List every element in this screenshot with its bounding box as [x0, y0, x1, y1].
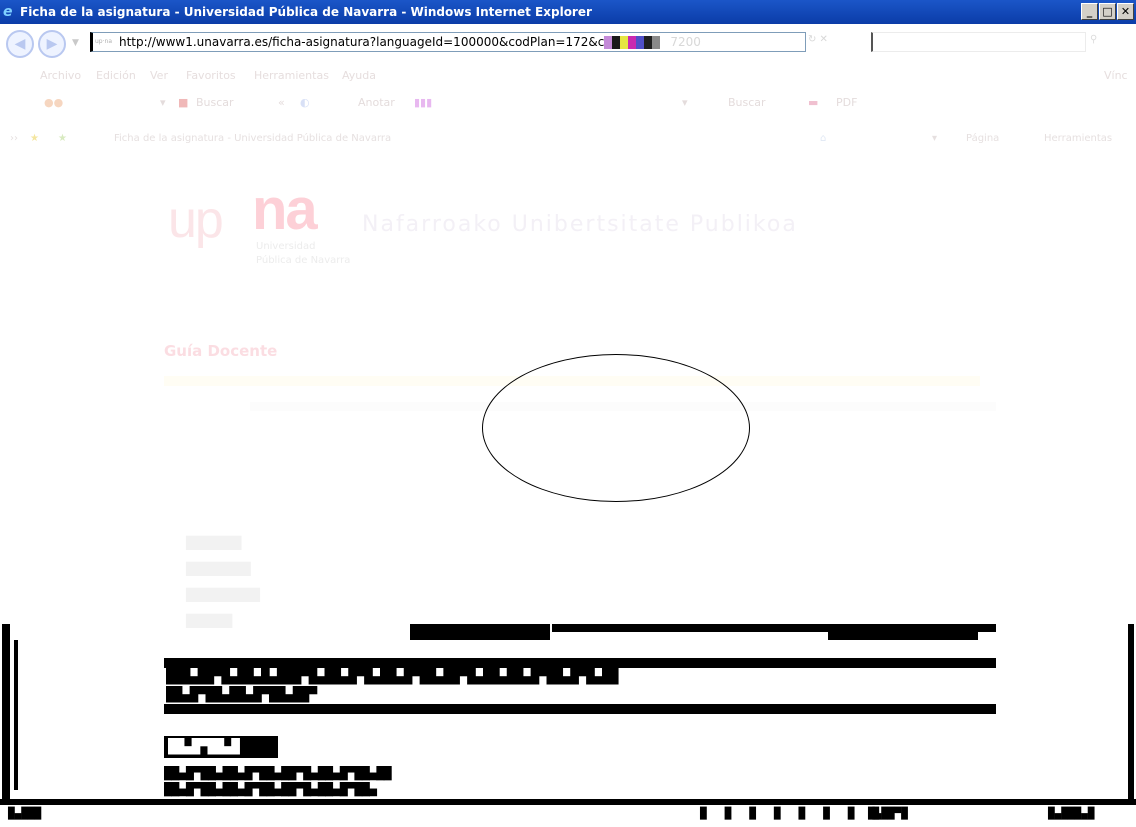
refresh-button[interactable]: ↻ ✕ — [808, 34, 868, 52]
glitch-block — [612, 36, 621, 49]
pdf-icon[interactable]: ▬ — [808, 96, 818, 109]
glitch-bar-left2 — [14, 640, 18, 790]
ie-logo-icon: e — [3, 4, 13, 20]
forward-arrow-icon: ▶ — [46, 36, 58, 52]
navigation-bar: ◀ ▶ ▼ up·na http://www1.unavarra.es/ficha… — [0, 24, 1136, 64]
toolbar-dropdown-icon[interactable]: ▾ — [160, 96, 166, 109]
menu-ver[interactable]: Ver — [150, 69, 168, 82]
faded-line: ████████ — [186, 588, 260, 602]
glitch-bar-right — [1128, 624, 1134, 804]
menu-ayuda[interactable]: Ayuda — [342, 69, 376, 82]
minimize-button[interactable]: _ — [1081, 3, 1098, 20]
history-dropdown-icon[interactable]: ▼ — [72, 38, 79, 48]
search-icon[interactable]: ⚲ — [1090, 34, 1120, 50]
toolbar-logo-icon: ●● — [44, 96, 64, 109]
glitch-block — [644, 36, 653, 49]
glitch-line — [164, 704, 996, 714]
status-bar-top-line — [0, 799, 1136, 805]
page-menu-button[interactable]: Página — [966, 133, 999, 144]
toolbar-chart-icon[interactable]: ▮▮▮ — [414, 96, 432, 109]
toolbar-dropdown-icon[interactable]: ▾ — [682, 96, 688, 109]
menu-archivo[interactable]: Archivo — [40, 69, 81, 82]
upna-logo-up[interactable]: up — [168, 190, 224, 250]
menu-favoritos[interactable]: Favoritos — [186, 69, 236, 82]
favorites-bar: ›› ★ ★ Ficha de la asignatura - Universi… — [0, 122, 1136, 156]
toolbar-pdf-label[interactable]: PDF — [836, 96, 857, 109]
faded-line: █████ — [186, 614, 233, 628]
site-favicon: up·na — [95, 38, 112, 45]
address-bar[interactable]: up·na http://www1.unavarra.es/ficha-asign… — [90, 32, 806, 52]
glitch-text-line: ██▄█▀██▄██▄█▀██▄██▀█▄██▄█▀██▄██ — [164, 766, 392, 781]
status-zoom[interactable]: █▄███▄█ — [1048, 807, 1094, 820]
toolbar-buscar2-button[interactable]: Buscar — [728, 96, 766, 109]
menu-bar: Archivo Edición Ver Favoritos Herramient… — [0, 64, 1136, 86]
toolbar-dropdown-icon[interactable]: ▾ — [932, 133, 937, 144]
back-button[interactable]: ◀ — [6, 30, 34, 58]
address-url[interactable]: http://www1.unavarra.es/ficha-asignatura… — [119, 35, 604, 49]
glitch-line-top-right — [978, 624, 996, 632]
toolbar: ●● ▾ ■ Buscar « ◐ Anotar ▮▮▮ ▾ Buscar ▬ … — [0, 86, 1136, 120]
logo-subtitle-line2: Pública de Navarra — [256, 255, 351, 266]
glitch-block — [636, 36, 645, 49]
upna-logo-na[interactable]: na — [252, 176, 318, 243]
tab-current[interactable]: Ficha de la asignatura - Universidad Púb… — [114, 133, 391, 144]
home-icon[interactable]: ⌂ — [820, 133, 826, 144]
glitch-block-top — [410, 624, 550, 640]
menu-edicion[interactable]: Edición — [96, 69, 136, 82]
faded-line: ██████ — [186, 536, 242, 550]
glitch-heading: ██▄█▀██▄█ — [168, 739, 240, 755]
back-arrow-icon: ◀ — [14, 36, 26, 52]
tab-list-icon[interactable]: ›› — [10, 133, 18, 144]
google-icon: ■ — [178, 96, 189, 109]
toolbar-globe-icon[interactable]: ◐ — [300, 96, 310, 109]
links-label[interactable]: Vínc — [1104, 69, 1128, 82]
glitch-line-top — [552, 624, 828, 632]
maximize-button[interactable]: □ — [1099, 3, 1116, 20]
status-bar: █▄███ ████████ █▄██▀█ █▄███▄█ — [0, 799, 1136, 827]
glitch-block — [652, 36, 661, 49]
glitch-block — [604, 36, 613, 49]
menu-herramientas[interactable]: Herramientas — [254, 69, 329, 82]
add-favorite-icon[interactable]: ★ — [58, 133, 67, 144]
address-url-tail: 7200 — [670, 35, 701, 49]
glitch-block — [628, 36, 637, 49]
status-text: █▄███ — [8, 807, 42, 820]
window-title-bar[interactable]: e Ficha de la asignatura - Universidad P… — [0, 0, 1136, 24]
toolbar-buscar-button[interactable]: Buscar — [196, 96, 234, 109]
glitch-text-line: ███▄██▀█▄██▄█▄███▀█▄██▄█▀█▄██▄█▀██▄██▀█▄… — [166, 669, 618, 685]
favorites-star-icon[interactable]: ★ — [30, 133, 39, 144]
status-zone-text: █▄██▀█ — [868, 807, 908, 820]
close-button[interactable]: ✕ — [1117, 3, 1134, 20]
glitch-line — [164, 658, 996, 668]
site-title: Nafarroako Unibertsitate Publikoa — [362, 212, 798, 237]
section-heading: Guía Docente — [164, 342, 278, 360]
annotation-ellipse — [482, 354, 750, 502]
window-title: Ficha de la asignatura - Universidad Púb… — [20, 5, 592, 19]
search-input[interactable] — [871, 32, 1086, 52]
faded-line: ███████ — [186, 562, 251, 576]
forward-button[interactable]: ▶ — [38, 30, 66, 58]
glitch-block-top-right — [828, 624, 978, 640]
glitch-text-line: ██▄█▀██▄██▄█▀██▄██▀ — [166, 687, 317, 703]
tools-menu-button[interactable]: Herramientas — [1044, 133, 1112, 144]
toolbar-anotar-button[interactable]: Anotar — [358, 96, 395, 109]
faded-sidebar-text: ██████ ███████ ████████ █████ — [186, 530, 260, 634]
glitch-block — [620, 36, 629, 49]
toolbar-more-icon[interactable]: « — [278, 96, 285, 109]
logo-subtitle: Universidad Pública de Navarra — [256, 240, 350, 268]
glitch-bar-left — [2, 624, 10, 804]
logo-subtitle-line1: Universidad — [256, 241, 316, 252]
glitch-text-line: ██▄█▀██▄██▄█▀██▄██▀█▄██▄█▀██▄ — [164, 782, 377, 797]
